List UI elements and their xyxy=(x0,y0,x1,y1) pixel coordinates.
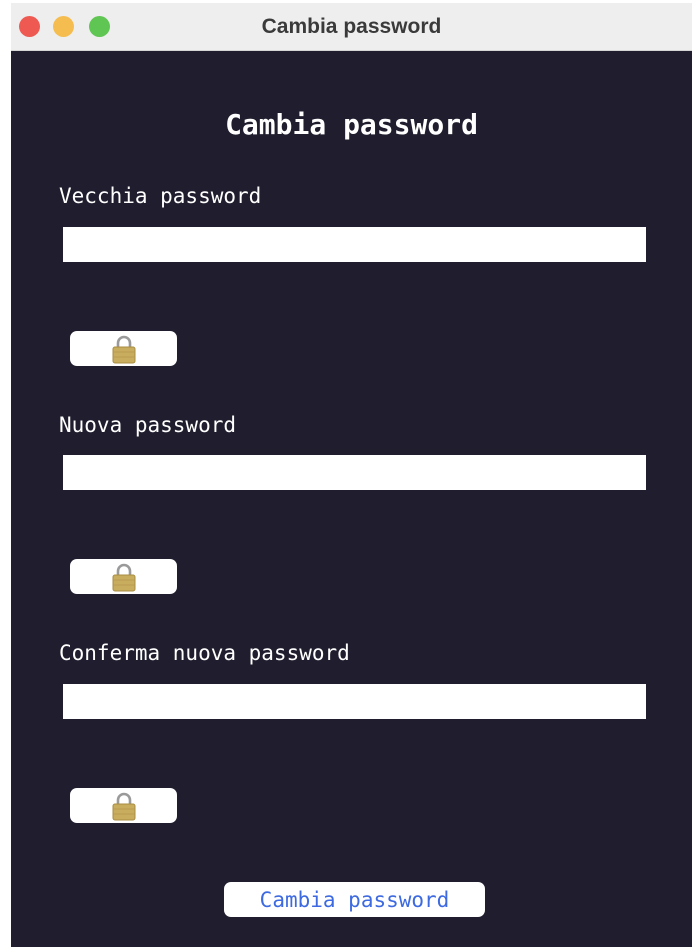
window-title: Cambia password xyxy=(261,15,442,38)
form-heading: Cambia password xyxy=(225,108,478,141)
old-password-visibility-toggle[interactable] xyxy=(70,331,177,366)
new-password-visibility-toggle[interactable] xyxy=(70,559,177,594)
change-password-submit-button[interactable]: Cambia password xyxy=(224,882,485,917)
confirm-password-label: Conferma nuova password xyxy=(59,641,350,665)
new-password-input[interactable] xyxy=(63,455,646,490)
change-password-form: Cambia password Vecchia password Nuova p… xyxy=(11,51,692,947)
old-password-label: Vecchia password xyxy=(59,184,262,208)
title-bar: Cambia password xyxy=(11,3,692,51)
lock-icon xyxy=(112,563,135,591)
old-password-input[interactable] xyxy=(63,227,646,262)
lock-icon xyxy=(112,792,135,820)
app-window: Cambia password Cambia password Vecchia … xyxy=(11,3,692,947)
lock-icon xyxy=(112,335,135,363)
confirm-password-visibility-toggle[interactable] xyxy=(70,788,177,823)
new-password-label: Nuova password xyxy=(59,413,237,437)
confirm-password-input[interactable] xyxy=(63,684,646,719)
